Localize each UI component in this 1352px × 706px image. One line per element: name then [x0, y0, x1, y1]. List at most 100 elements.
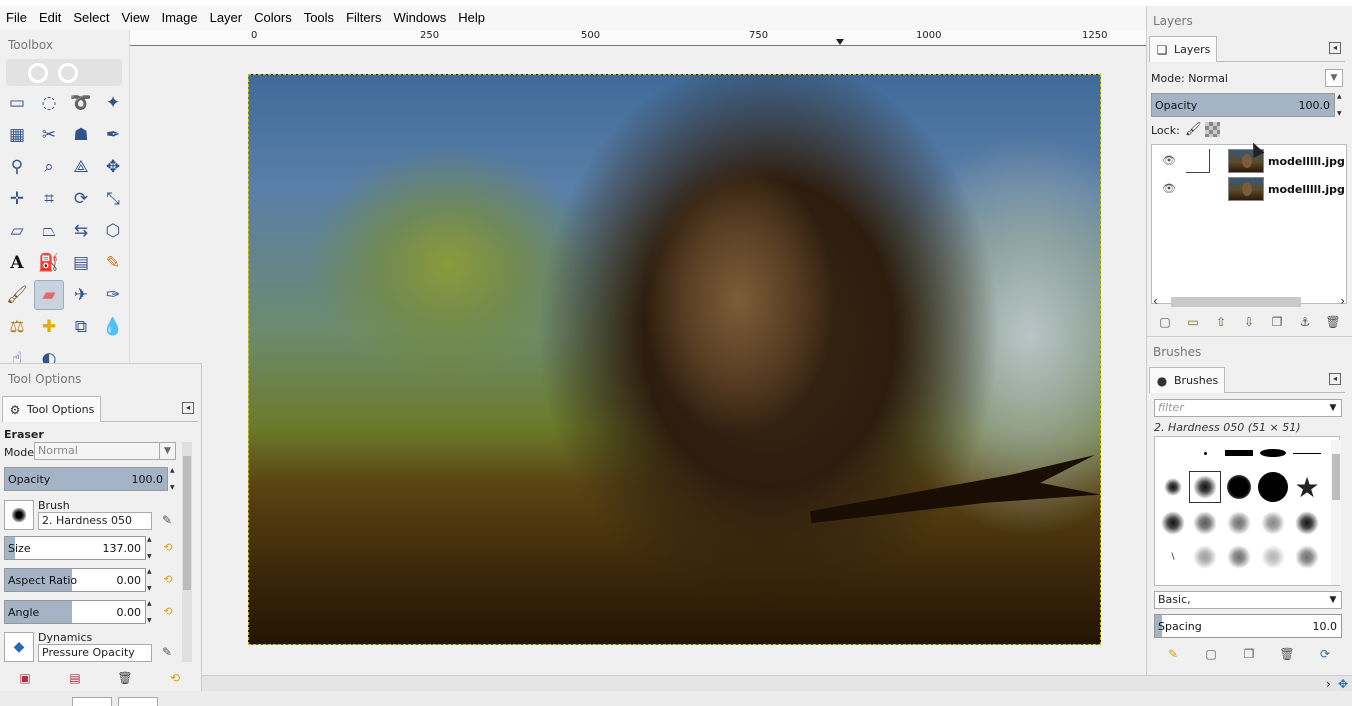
aspect-ratio-slider[interactable]: Aspect Ratio 0.00 — [4, 568, 146, 592]
brush-cell[interactable] — [1257, 507, 1289, 539]
text-icon[interactable]: A — [2, 248, 32, 278]
dynamics-name-field[interactable]: Pressure Opacity — [38, 644, 152, 662]
canvas-horizontal-scrollbar[interactable]: › ✥ — [200, 675, 1352, 691]
reset-angle-icon[interactable]: ⟲ — [161, 605, 175, 619]
scissors-select-icon[interactable]: ✂ — [34, 120, 64, 150]
menu-colors[interactable]: Colors — [248, 7, 298, 29]
reset-aspect-ratio-icon[interactable]: ⟲ — [161, 573, 175, 587]
tab-tool-options[interactable]: ⚙ Tool Options — [2, 396, 102, 422]
move-icon[interactable]: ✥ — [98, 152, 128, 182]
paths-icon[interactable]: ✒ — [98, 120, 128, 150]
scroll-right-icon[interactable]: › — [1340, 294, 1345, 308]
delete-layer-icon[interactable]: 🗑 — [1325, 314, 1341, 330]
scroll-left-icon[interactable]: ‹ — [1153, 294, 1158, 308]
dynamics-preview-button[interactable]: ◆ — [4, 632, 34, 662]
lock-alpha-icon[interactable] — [1205, 122, 1220, 137]
menu-filters[interactable]: Filters — [340, 7, 387, 29]
brush-cell[interactable] — [1223, 541, 1255, 573]
brush-filter-input[interactable]: filter ▼ — [1154, 399, 1342, 417]
lower-layer-icon[interactable]: ⇩ — [1241, 314, 1257, 330]
brush-grid[interactable]: ★ \ — [1154, 436, 1340, 586]
navigate-icon[interactable]: ✥ — [1338, 676, 1352, 692]
tab-menu-icon[interactable]: ◂ — [182, 402, 194, 414]
menu-select[interactable]: Select — [67, 7, 115, 29]
anchor-layer-icon[interactable]: ⚓ — [1297, 314, 1313, 330]
visibility-eye-icon[interactable]: 👁 — [1160, 155, 1178, 167]
brush-cell[interactable]: ★ — [1291, 471, 1323, 504]
clone-icon[interactable]: ⚖ — [2, 312, 32, 342]
size-slider[interactable]: Size 137.00 — [4, 536, 146, 560]
zoom-icon[interactable]: ⌕ — [34, 152, 64, 182]
scale-icon[interactable]: ⤡ — [98, 184, 128, 214]
restore-options-icon[interactable]: ▤ — [67, 670, 83, 686]
menu-edit[interactable]: Edit — [33, 7, 67, 29]
menu-file[interactable]: File — [0, 7, 33, 29]
layer-row[interactable]: 👁 modelllll.jpg co — [1152, 147, 1346, 175]
menu-windows[interactable]: Windows — [387, 7, 452, 29]
eraser-icon[interactable]: ▰ — [34, 280, 64, 310]
brush-cell[interactable] — [1223, 507, 1255, 539]
delete-options-icon[interactable]: 🗑 — [117, 670, 133, 686]
free-select-icon[interactable]: ➰ — [66, 88, 96, 118]
layers-horizontal-scrollbar[interactable]: ‹ › — [1151, 294, 1347, 308]
brush-grid-scroll-thumb[interactable] — [1332, 454, 1340, 500]
brush-cell[interactable] — [1189, 541, 1221, 573]
refresh-brushes-icon[interactable]: ⟳ — [1317, 646, 1333, 662]
brush-cell-selected[interactable] — [1189, 471, 1221, 503]
pencil-icon[interactable]: ✎ — [98, 248, 128, 278]
brush-cell[interactable] — [1189, 437, 1221, 469]
new-brush-icon[interactable]: ▢ — [1203, 646, 1219, 662]
brush-cell[interactable] — [1257, 541, 1289, 573]
horizontal-ruler[interactable]: 0 250 500 750 1000 1250 — [130, 30, 1146, 46]
scroll-right-icon[interactable]: › — [1326, 676, 1336, 692]
align-icon[interactable]: ✛ — [2, 184, 32, 214]
new-layer-group-icon[interactable]: ▭ — [1185, 314, 1201, 330]
brush-preset-select[interactable]: Basic, ▼ — [1154, 591, 1342, 609]
delete-brush-icon[interactable]: 🗑 — [1279, 646, 1295, 662]
ink-icon[interactable]: ✑ — [98, 280, 128, 310]
perspective-clone-icon[interactable]: ⧉ — [66, 312, 96, 342]
visibility-eye-icon[interactable]: 👁 — [1160, 183, 1178, 195]
menu-help[interactable]: Help — [452, 7, 491, 29]
opacity-slider[interactable]: Opacity 100.0 — [4, 467, 168, 491]
zoom-selector[interactable] — [118, 697, 158, 706]
layers-scroll-thumb[interactable] — [1171, 297, 1301, 307]
tool-options-scroll-thumb[interactable] — [183, 456, 191, 590]
brush-cell[interactable] — [1223, 471, 1255, 503]
aspect-ratio-spinner[interactable] — [147, 568, 155, 592]
blur-icon[interactable]: 💧 — [98, 312, 128, 342]
tab-brushes[interactable]: ● Brushes — [1149, 367, 1226, 393]
edit-dynamics-icon[interactable]: ✎ — [159, 644, 175, 660]
reset-size-icon[interactable]: ⟲ — [161, 541, 175, 555]
reset-options-icon[interactable]: ⟲ — [167, 670, 183, 686]
bucket-fill-icon[interactable]: ⛽ — [34, 248, 64, 278]
menu-view[interactable]: View — [116, 7, 156, 29]
brush-cell[interactable] — [1189, 507, 1221, 539]
cage-icon[interactable]: ⬡ — [98, 216, 128, 246]
brush-cell[interactable] — [1157, 471, 1189, 503]
raise-layer-icon[interactable]: ⇧ — [1213, 314, 1229, 330]
fuzzy-select-icon[interactable]: ✦ — [98, 88, 128, 118]
duplicate-brush-icon[interactable]: ❐ — [1241, 646, 1257, 662]
lock-pixels-icon[interactable]: 🖌 — [1185, 122, 1202, 137]
brush-cell[interactable] — [1291, 541, 1323, 573]
image-canvas[interactable] — [248, 74, 1101, 645]
ellipse-select-icon[interactable]: ◌ — [34, 88, 64, 118]
layer-opacity-spinner[interactable] — [1337, 93, 1345, 117]
save-options-icon[interactable]: ▣ — [17, 670, 33, 686]
brush-cell[interactable] — [1157, 507, 1189, 539]
tool-options-scrollbar[interactable] — [182, 442, 192, 662]
brush-grid-scrollbar[interactable] — [1331, 440, 1341, 585]
spacing-slider[interactable]: Spacing 10.0 — [1154, 614, 1342, 638]
size-spinner[interactable] — [147, 536, 155, 560]
brush-name-field[interactable]: 2. Hardness 050 — [38, 512, 152, 530]
brush-cell[interactable]: \ — [1157, 541, 1189, 573]
unified-transform-icon[interactable]: ⟳ — [66, 184, 96, 214]
edit-brush-icon[interactable]: ✎ — [1165, 646, 1181, 662]
layer-opacity-slider[interactable]: Opacity 100.0 — [1151, 93, 1335, 117]
perspective-icon[interactable]: ⏢ — [34, 216, 64, 246]
brush-cell[interactable] — [1257, 471, 1289, 503]
brush-preview-button[interactable] — [4, 500, 34, 530]
layer-row[interactable]: 👁 modelllll.jpg co — [1152, 175, 1346, 203]
tab-menu-icon[interactable]: ◂ — [1329, 373, 1341, 385]
